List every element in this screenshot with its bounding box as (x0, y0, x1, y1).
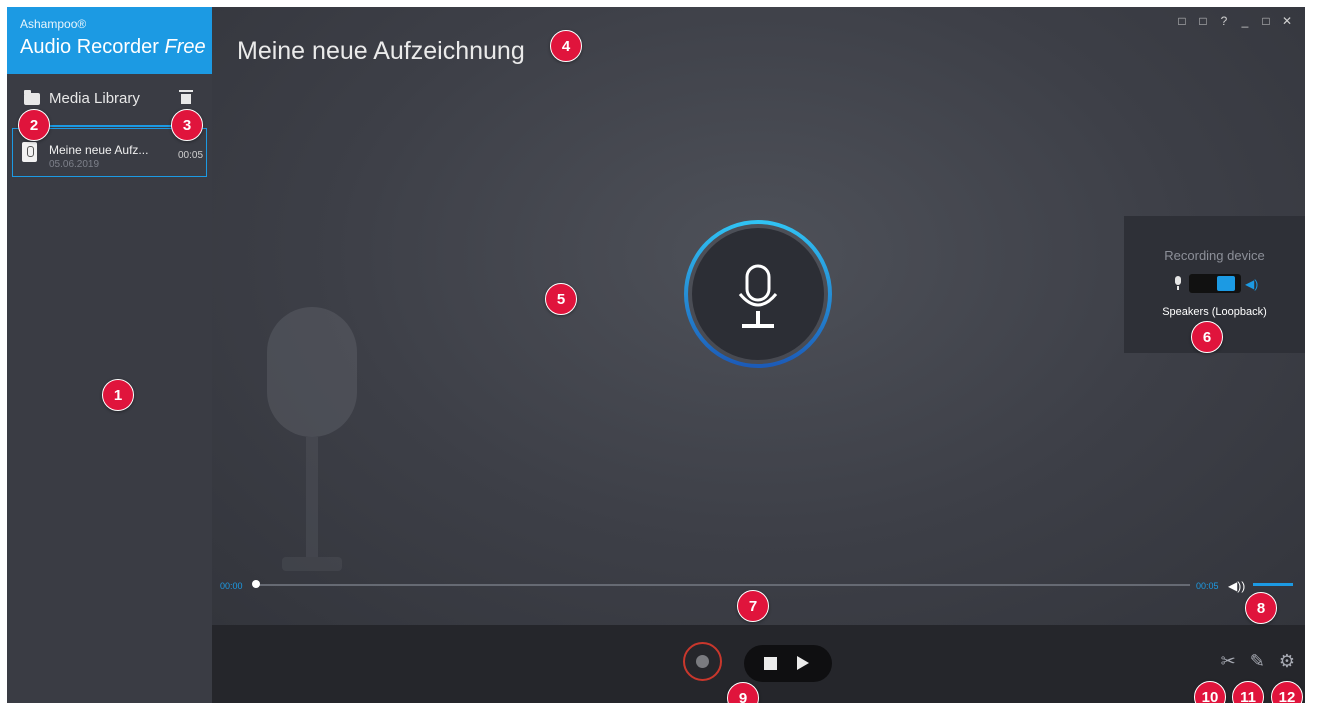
trash-icon[interactable] (179, 90, 193, 104)
app-brand: Ashampoo® Audio Recorder Free (7, 7, 212, 74)
badge-7: 7 (737, 590, 769, 622)
gear-icon[interactable]: ⚙ (1279, 651, 1295, 672)
record-button[interactable] (683, 642, 722, 681)
maximize-icon[interactable]: □ (1260, 14, 1272, 28)
record-microphone-button[interactable] (682, 218, 834, 370)
vendor-label: Ashampoo® (20, 17, 87, 31)
seek-thumb[interactable] (252, 580, 260, 588)
folder-icon (24, 90, 40, 105)
recording-date: 05.06.2019 (49, 159, 100, 170)
minimize-icon[interactable]: _ (1239, 14, 1251, 28)
recording-duration: 00:05 (178, 150, 204, 161)
badge-2: 2 (18, 109, 50, 141)
background-microphone-icon (267, 307, 357, 571)
main-panel: Meine neue Aufzeichnung □ □ ? _ □ ✕ Reco… (212, 7, 1305, 625)
toggle-knob (1217, 276, 1235, 291)
window-controls: □ □ ? _ □ ✕ (1176, 14, 1293, 28)
recording-title-heading[interactable]: Meine neue Aufzeichnung (237, 37, 525, 66)
device-name: Speakers (Loopback) (1162, 306, 1267, 318)
feedback-icon[interactable]: □ (1176, 14, 1188, 28)
time-end: 00:05 (1196, 581, 1219, 591)
seek-bar[interactable] (257, 584, 1190, 586)
tool-icons: ✂ ✎ ⚙ (1221, 651, 1295, 672)
app-name: Audio Recorder Free (20, 36, 206, 59)
badge-1: 1 (102, 379, 134, 411)
volume-icon[interactable]: ◀)) (1228, 579, 1245, 593)
close-icon[interactable]: ✕ (1281, 14, 1293, 28)
audio-file-icon (22, 142, 37, 162)
app-window: Ashampoo® Audio Recorder Free Media Libr… (7, 7, 1305, 703)
device-header: Recording device (1164, 248, 1265, 263)
control-bar: ✂ ✎ ⚙ (212, 625, 1305, 703)
badge-4: 4 (550, 30, 582, 62)
time-start: 00:00 (220, 581, 243, 591)
badge-5: 5 (545, 283, 577, 315)
play-button[interactable] (797, 656, 809, 670)
app-edition: Free (164, 36, 206, 58)
app-name-text: Audio Recorder (20, 36, 159, 58)
recording-title: Meine neue Aufz... (49, 143, 149, 157)
microphone-icon (1175, 276, 1181, 290)
help-icon[interactable]: ? (1218, 14, 1230, 28)
volume-slider[interactable] (1253, 583, 1293, 586)
pencil-icon[interactable]: ✎ (1250, 651, 1265, 672)
note-icon[interactable]: □ (1197, 14, 1209, 28)
badge-6: 6 (1191, 321, 1223, 353)
device-toggle[interactable] (1189, 274, 1241, 293)
media-library-label: Media Library (49, 90, 140, 107)
badge-8: 8 (1245, 592, 1277, 624)
playback-controls (744, 645, 832, 682)
stop-button[interactable] (764, 657, 777, 670)
badge-3: 3 (171, 109, 203, 141)
speaker-icon: ◀) (1245, 277, 1259, 291)
scissors-icon[interactable]: ✂ (1221, 651, 1236, 672)
